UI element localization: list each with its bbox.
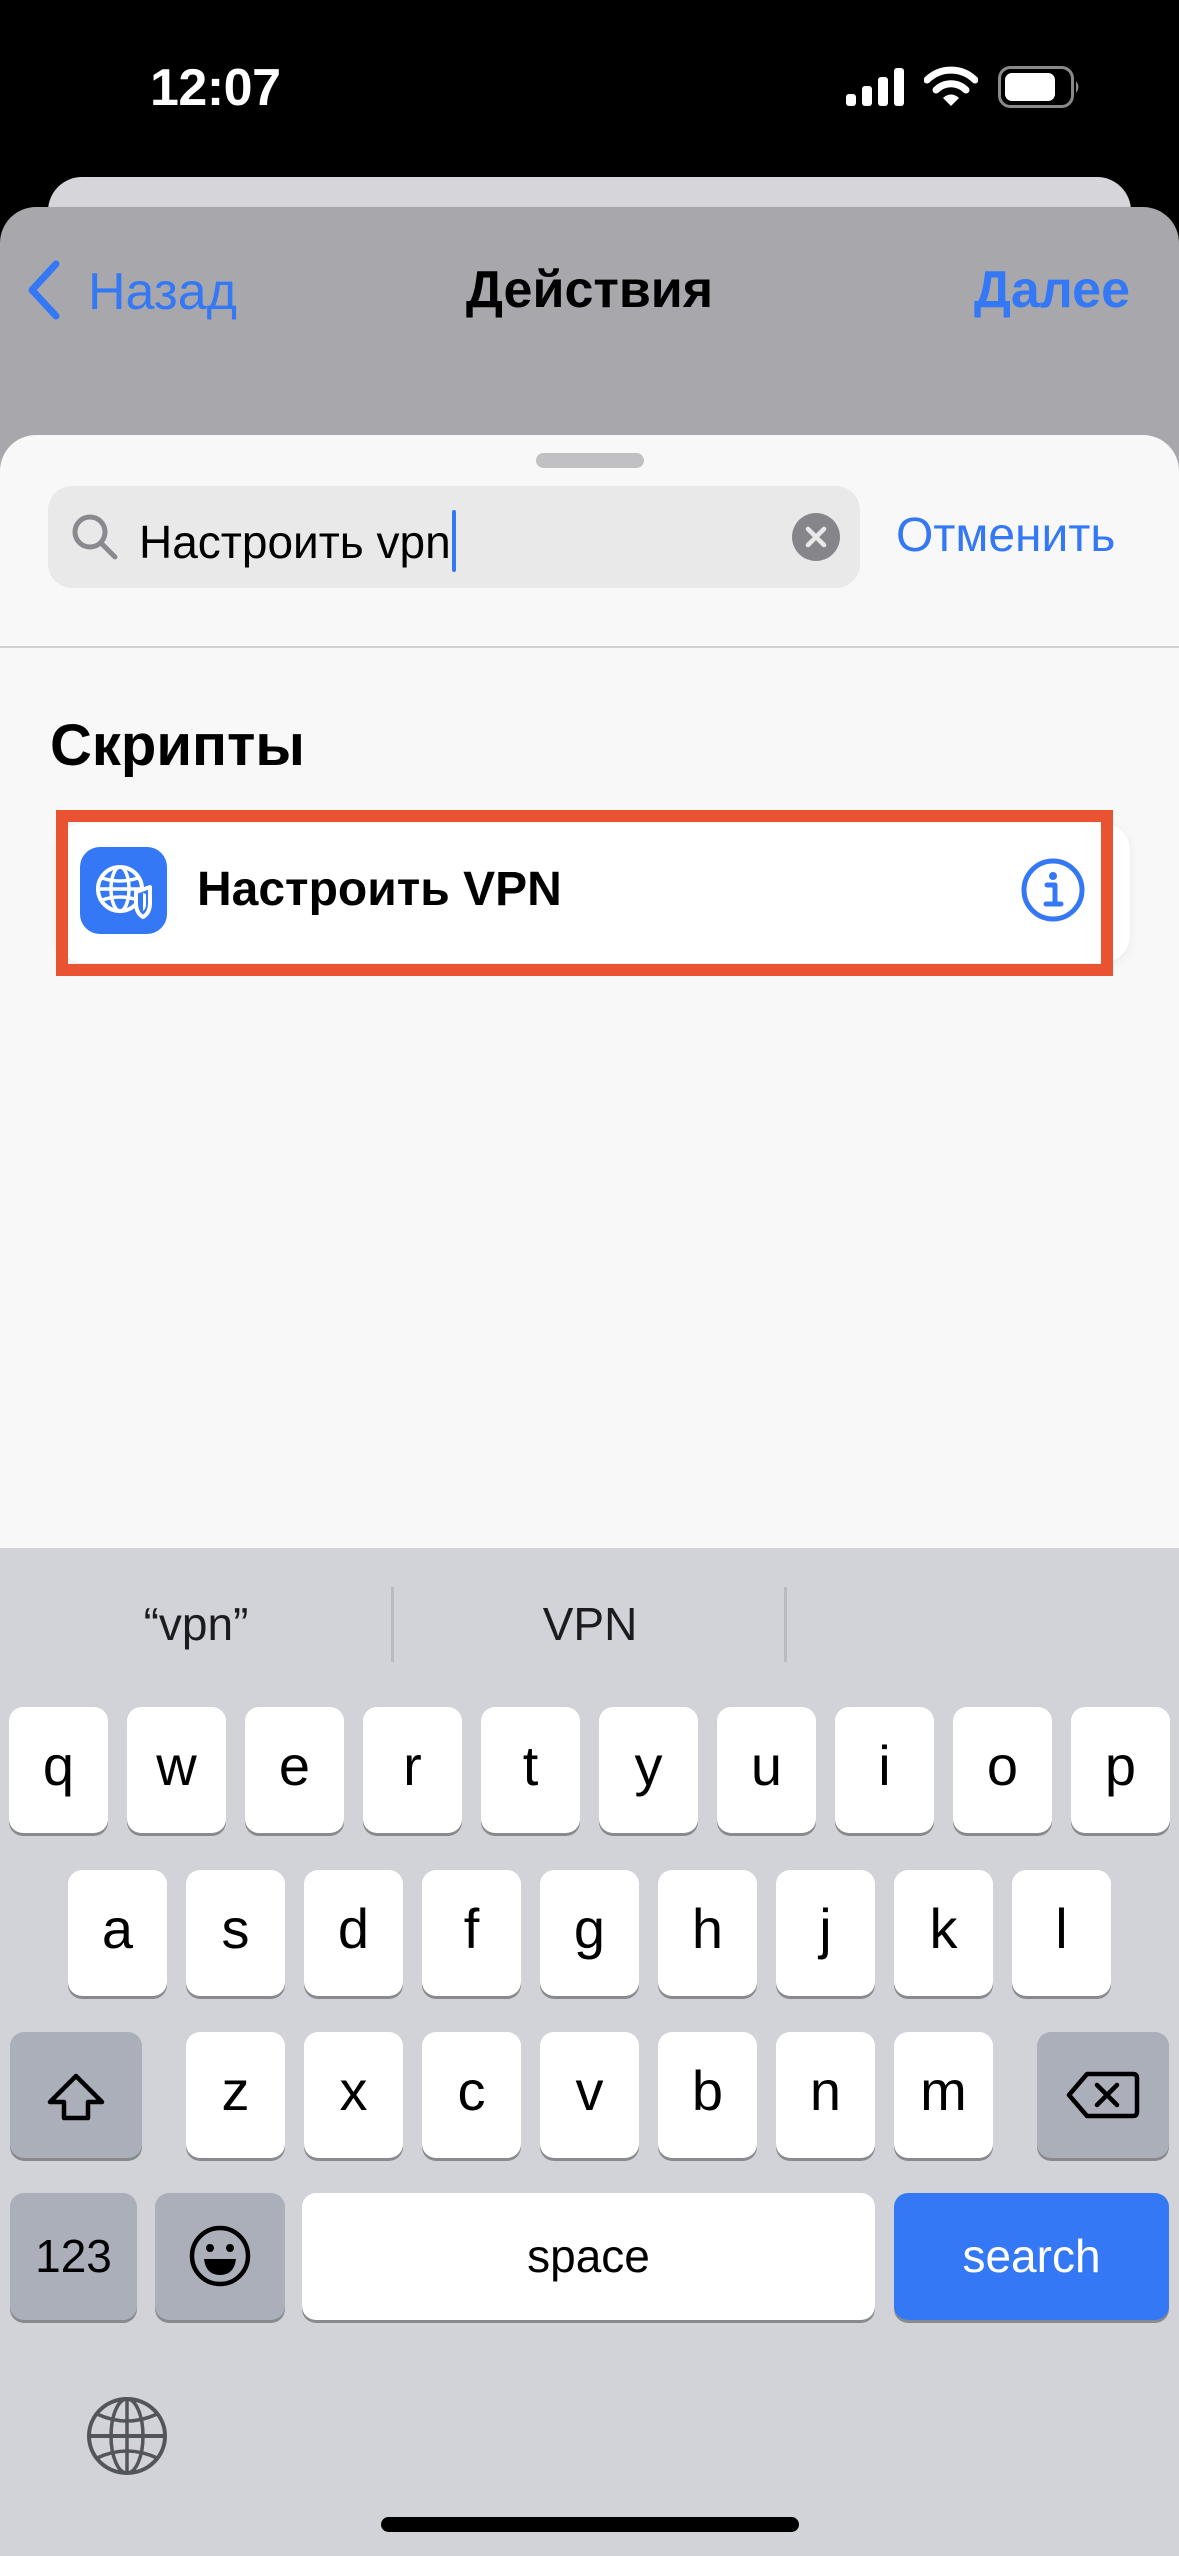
- key-r[interactable]: r: [363, 1707, 462, 1833]
- key-z[interactable]: z: [186, 2032, 285, 2158]
- cancel-button[interactable]: Отменить: [896, 508, 1115, 563]
- key-v[interactable]: v: [540, 2032, 639, 2158]
- search-input-value[interactable]: Настроить vpn: [139, 510, 456, 572]
- divider: [0, 646, 1179, 648]
- key-e[interactable]: e: [245, 1707, 344, 1833]
- suggestion-1[interactable]: “vpn”: [0, 1587, 392, 1662]
- key-b[interactable]: b: [658, 2032, 757, 2158]
- key-y[interactable]: y: [599, 1707, 698, 1833]
- wifi-icon: [924, 66, 978, 106]
- key-i[interactable]: i: [835, 1707, 934, 1833]
- key-p[interactable]: p: [1071, 1707, 1170, 1833]
- key-n[interactable]: n: [776, 2032, 875, 2158]
- search-query-text: Настроить vpn: [139, 516, 451, 568]
- shift-key[interactable]: [10, 2032, 142, 2158]
- key-h[interactable]: h: [658, 1870, 757, 1996]
- key-s[interactable]: s: [186, 1870, 285, 1996]
- section-title: Скрипты: [50, 713, 305, 778]
- emoji-smiley-icon: [189, 2225, 251, 2287]
- key-j[interactable]: j: [776, 1870, 875, 1996]
- emoji-key[interactable]: [155, 2193, 285, 2320]
- key-u[interactable]: u: [717, 1707, 816, 1833]
- key-o[interactable]: o: [953, 1707, 1052, 1833]
- home-indicator[interactable]: [381, 2517, 799, 2532]
- clear-search-button[interactable]: [792, 513, 840, 561]
- key-f[interactable]: f: [422, 1870, 521, 1996]
- key-q[interactable]: q: [9, 1707, 108, 1833]
- status-time: 12:07: [150, 59, 281, 117]
- cellular-signal-icon: [846, 68, 904, 106]
- key-x[interactable]: x: [304, 2032, 403, 2158]
- key-m[interactable]: m: [894, 2032, 993, 2158]
- key-d[interactable]: d: [304, 1870, 403, 1996]
- key-l[interactable]: l: [1012, 1870, 1111, 1996]
- key-t[interactable]: t: [481, 1707, 580, 1833]
- battery-icon: [998, 66, 1079, 108]
- globe-icon[interactable]: [84, 2396, 170, 2476]
- magnifying-glass-icon: [72, 514, 118, 560]
- suggestion-3[interactable]: [787, 1587, 1179, 1662]
- key-c[interactable]: c: [422, 2032, 521, 2158]
- key-k[interactable]: k: [894, 1870, 993, 1996]
- numbers-key[interactable]: 123: [10, 2193, 137, 2320]
- sheet-grabber[interactable]: [536, 453, 644, 468]
- space-key[interactable]: space: [302, 2193, 875, 2320]
- search-key[interactable]: search: [894, 2193, 1169, 2320]
- key-a[interactable]: a: [68, 1870, 167, 1996]
- shift-arrow-icon: [47, 2073, 105, 2121]
- key-g[interactable]: g: [540, 1870, 639, 1996]
- key-w[interactable]: w: [127, 1707, 226, 1833]
- delete-backward-icon: [1066, 2071, 1140, 2119]
- highlight-annotation: [56, 810, 1113, 976]
- next-button[interactable]: Далее: [974, 260, 1130, 320]
- suggestion-2[interactable]: VPN: [394, 1587, 786, 1662]
- clear-circle-icon: [805, 526, 827, 548]
- backspace-key[interactable]: [1037, 2032, 1169, 2158]
- text-caret: [451, 510, 456, 572]
